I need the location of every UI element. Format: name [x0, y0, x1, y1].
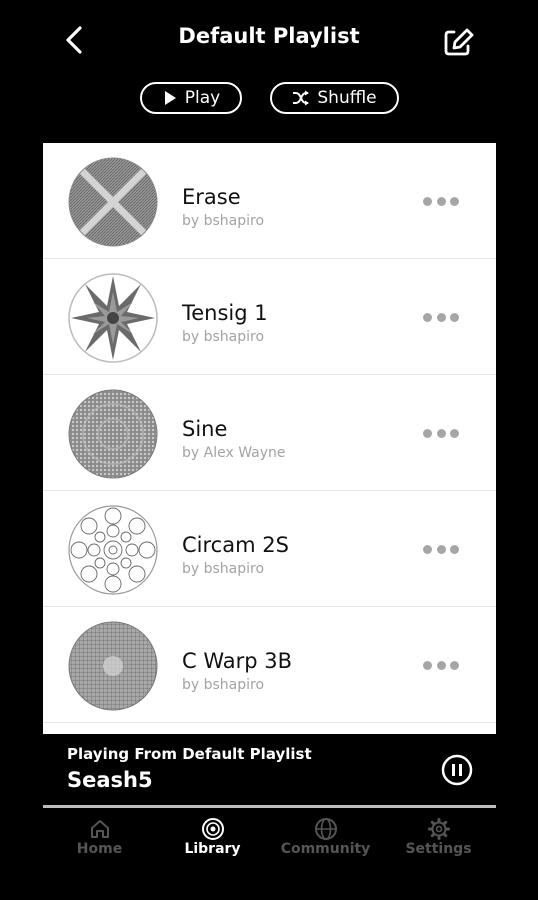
tab-label: Home: [76, 841, 123, 857]
track-thumbnail: [68, 157, 158, 247]
track-row[interactable]: Circam 2S by bshapiro: [43, 491, 496, 607]
track-name: C Warp 3B: [182, 649, 293, 673]
divider: [43, 805, 496, 808]
track-thumbnail: [68, 273, 158, 363]
pause-icon: [441, 754, 473, 786]
track-name: Tensig 1: [182, 301, 268, 325]
play-button[interactable]: Play: [140, 82, 242, 114]
more-options-button[interactable]: [423, 425, 459, 441]
shuffle-label: Shuffle: [317, 88, 377, 108]
track-name: Erase: [182, 185, 241, 209]
now-playing-bar[interactable]: Playing From Default Playlist Seash5: [43, 735, 496, 805]
tab-label: Community: [280, 841, 371, 857]
track-author: by bshapiro: [182, 561, 265, 577]
gear-icon: [427, 818, 450, 840]
now-playing-label: Playing From Default Playlist: [67, 745, 312, 763]
track-row[interactable]: Sine by Alex Wayne: [43, 375, 496, 491]
track-list: Erase by bshapiro Tensig 1 by bshapiro S…: [43, 143, 496, 734]
play-label: Play: [184, 88, 221, 108]
track-author: by bshapiro: [182, 329, 265, 345]
track-author: by bshapiro: [182, 213, 265, 229]
tab-bar: Home Library Community Settings: [43, 812, 496, 872]
now-playing-track: Seash5: [67, 768, 153, 792]
pause-button[interactable]: [441, 754, 473, 786]
globe-icon: [314, 818, 337, 840]
track-row[interactable]: Tensig 1 by bshapiro: [43, 259, 496, 375]
track-row[interactable]: C Warp 3B by bshapiro: [43, 607, 496, 723]
more-options-button[interactable]: [423, 541, 459, 557]
edit-button[interactable]: [440, 24, 476, 58]
shuffle-button[interactable]: Shuffle: [270, 82, 399, 114]
header: Default Playlist: [0, 0, 538, 80]
track-thumbnail: [68, 389, 158, 479]
tab-settings[interactable]: Settings: [382, 818, 495, 857]
more-options-button[interactable]: [423, 309, 459, 325]
track-thumbnail: [68, 505, 158, 595]
edit-icon: [444, 28, 474, 56]
home-icon: [90, 820, 109, 838]
tab-library[interactable]: Library: [156, 818, 269, 857]
more-options-button[interactable]: [423, 193, 459, 209]
tab-label: Library: [184, 841, 241, 857]
track-name: Sine: [182, 417, 228, 441]
play-icon: [164, 91, 176, 105]
track-author: by bshapiro: [182, 677, 265, 693]
tab-label: Settings: [405, 841, 472, 857]
track-thumbnail: [68, 621, 158, 711]
library-icon: [201, 818, 224, 840]
tab-home[interactable]: Home: [43, 818, 156, 857]
more-options-button[interactable]: [423, 657, 459, 673]
shuffle-icon: [293, 90, 310, 106]
tab-community[interactable]: Community: [269, 818, 382, 857]
track-row[interactable]: Erase by bshapiro: [43, 143, 496, 259]
track-author: by Alex Wayne: [182, 445, 286, 461]
track-name: Circam 2S: [182, 533, 289, 557]
